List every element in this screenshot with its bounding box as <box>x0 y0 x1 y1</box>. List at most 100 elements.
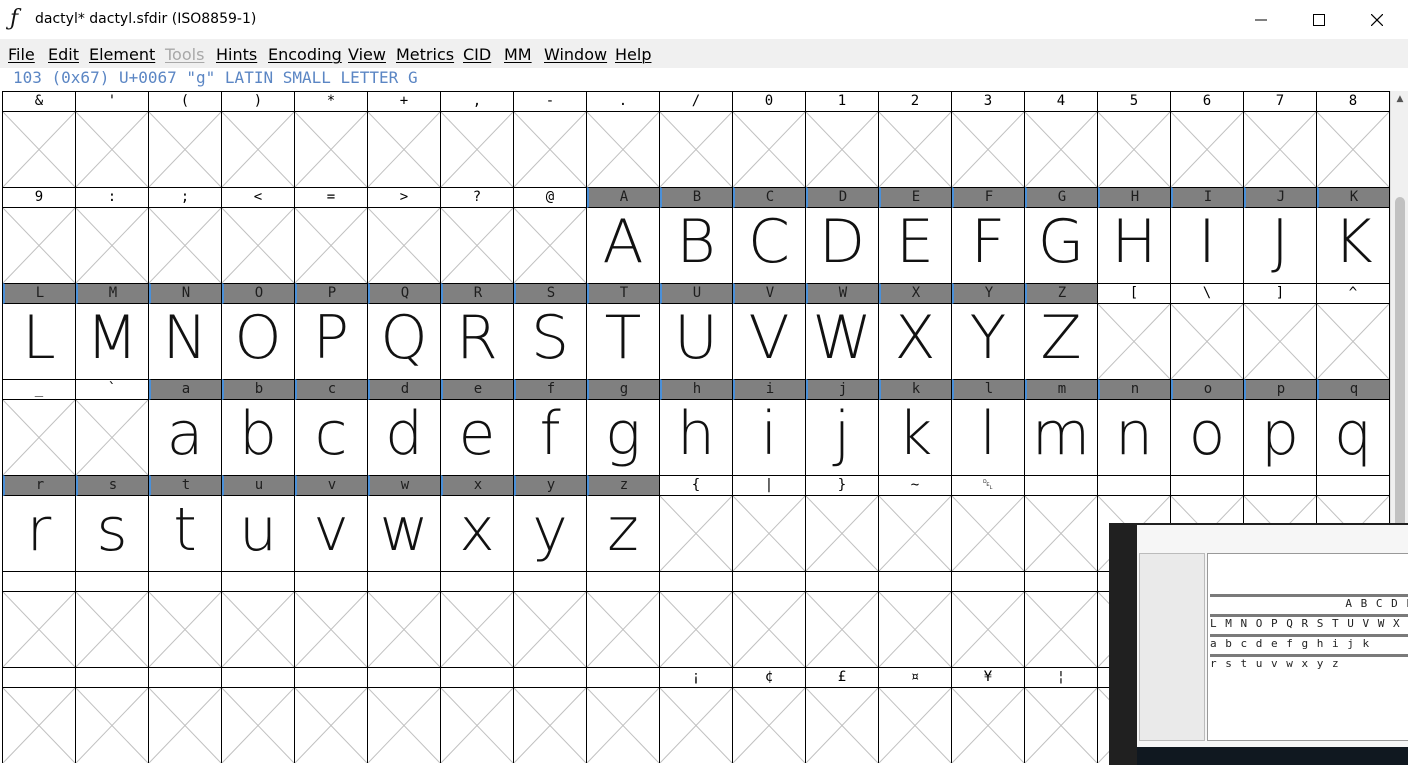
glyph-cell[interactable]: + <box>367 91 440 187</box>
glyph-cell[interactable]: 8 <box>1316 91 1390 187</box>
menu-cid[interactable]: CID <box>463 45 491 64</box>
glyph-cell[interactable]: 1 <box>805 91 878 187</box>
glyph-cell[interactable]: LL <box>2 283 75 379</box>
glyph-cell[interactable] <box>732 571 805 667</box>
glyph-cell[interactable]: WW <box>805 283 878 379</box>
close-button[interactable] <box>1348 0 1406 39</box>
glyph-cell[interactable]: ] <box>1243 283 1316 379</box>
menu-hints[interactable]: Hints <box>216 45 257 64</box>
glyph-cell[interactable]: £ <box>805 667 878 763</box>
glyph-cell[interactable] <box>878 571 951 667</box>
glyph-cell[interactable]: cc <box>294 379 367 475</box>
glyph-cell[interactable]: YY <box>951 283 1024 379</box>
taskbar-preview-thumbnail[interactable]: A B C D EL M N O P Q R S T U V W Xa b c … <box>1109 523 1408 765</box>
glyph-cell[interactable]: QQ <box>367 283 440 379</box>
glyph-cell[interactable]: KK <box>1316 187 1390 283</box>
glyph-cell[interactable]: TT <box>586 283 659 379</box>
glyph-cell[interactable]: XX <box>878 283 951 379</box>
menu-metrics[interactable]: Metrics <box>396 45 454 64</box>
glyph-cell[interactable]: jj <box>805 379 878 475</box>
glyph-cell[interactable]: ~ <box>878 475 951 571</box>
glyph-cell[interactable]: 9 <box>2 187 75 283</box>
glyph-cell[interactable] <box>586 667 659 763</box>
glyph-cell[interactable]: vv <box>294 475 367 571</box>
glyph-cell[interactable]: ^ <box>1316 283 1390 379</box>
glyph-cell[interactable]: ww <box>367 475 440 571</box>
menu-file[interactable]: File <box>8 45 35 64</box>
glyph-cell[interactable]: ¦ <box>1024 667 1097 763</box>
glyph-cell[interactable]: ( <box>148 91 221 187</box>
glyph-cell[interactable] <box>1024 571 1097 667</box>
menu-tools[interactable]: Tools <box>165 45 204 64</box>
glyph-cell[interactable] <box>586 571 659 667</box>
glyph-cell[interactable]: 0 <box>732 91 805 187</box>
maximize-button[interactable] <box>1290 0 1348 39</box>
glyph-cell[interactable]: ¥ <box>951 667 1024 763</box>
menu-view[interactable]: View <box>348 45 386 64</box>
glyph-cell[interactable]: mm <box>1024 379 1097 475</box>
glyph-cell[interactable] <box>1024 475 1097 571</box>
glyph-cell[interactable] <box>513 571 586 667</box>
scroll-up-icon[interactable]: ▲ <box>1391 91 1408 107</box>
glyph-cell[interactable]: : <box>75 187 148 283</box>
glyph-cell[interactable]: NN <box>148 283 221 379</box>
glyph-cell[interactable] <box>440 571 513 667</box>
glyph-cell[interactable]: pp <box>1243 379 1316 475</box>
glyph-cell[interactable]: HH <box>1097 187 1170 283</box>
glyph-cell[interactable]: OO <box>221 283 294 379</box>
glyph-cell[interactable]: gg <box>586 379 659 475</box>
glyph-cell[interactable] <box>659 571 732 667</box>
glyph-cell[interactable]: RR <box>440 283 513 379</box>
glyph-cell[interactable]: bb <box>221 379 294 475</box>
glyph-cell[interactable]: kk <box>878 379 951 475</box>
glyph-cell[interactable]: qq <box>1316 379 1390 475</box>
glyph-cell[interactable] <box>367 667 440 763</box>
glyph-cell[interactable]: UU <box>659 283 732 379</box>
glyph-cell[interactable]: GG <box>1024 187 1097 283</box>
glyph-cell[interactable]: / <box>659 91 732 187</box>
minimize-button[interactable] <box>1232 0 1290 39</box>
glyph-cell[interactable] <box>75 571 148 667</box>
glyph-cell[interactable] <box>294 667 367 763</box>
glyph-cell[interactable]: JJ <box>1243 187 1316 283</box>
glyph-cell[interactable] <box>513 667 586 763</box>
glyph-cell[interactable]: ¤ <box>878 667 951 763</box>
menu-element[interactable]: Element <box>89 45 155 64</box>
menu-window[interactable]: Window <box>544 45 607 64</box>
glyph-cell[interactable]: AA <box>586 187 659 283</box>
glyph-cell[interactable]: ss <box>75 475 148 571</box>
glyph-cell[interactable]: ' <box>75 91 148 187</box>
glyph-cell[interactable]: ii <box>732 379 805 475</box>
glyph-cell[interactable] <box>221 571 294 667</box>
glyph-cell[interactable]: 7 <box>1243 91 1316 187</box>
glyph-cell[interactable] <box>440 667 513 763</box>
glyph-cell[interactable]: II <box>1170 187 1243 283</box>
glyph-cell[interactable]: 2 <box>878 91 951 187</box>
glyph-cell[interactable] <box>2 571 75 667</box>
glyph-cell[interactable]: ␡ <box>951 475 1024 571</box>
glyph-cell[interactable]: } <box>805 475 878 571</box>
glyph-cell[interactable]: uu <box>221 475 294 571</box>
glyph-cell[interactable] <box>294 571 367 667</box>
glyph-cell[interactable]: ; <box>148 187 221 283</box>
glyph-cell[interactable]: | <box>732 475 805 571</box>
glyph-cell[interactable] <box>148 571 221 667</box>
glyph-cell[interactable]: [ <box>1097 283 1170 379</box>
glyph-cell[interactable]: nn <box>1097 379 1170 475</box>
glyph-cell[interactable]: FF <box>951 187 1024 283</box>
glyph-cell[interactable] <box>805 571 878 667</box>
glyph-cell[interactable]: > <box>367 187 440 283</box>
glyph-cell[interactable]: ff <box>513 379 586 475</box>
glyph-cell[interactable]: CC <box>732 187 805 283</box>
glyph-cell[interactable]: 6 <box>1170 91 1243 187</box>
glyph-cell[interactable] <box>367 571 440 667</box>
glyph-cell[interactable]: PP <box>294 283 367 379</box>
glyph-cell[interactable]: ` <box>75 379 148 475</box>
glyph-cell[interactable]: ? <box>440 187 513 283</box>
glyph-cell[interactable]: DD <box>805 187 878 283</box>
glyph-cell[interactable]: yy <box>513 475 586 571</box>
glyph-cell[interactable]: BB <box>659 187 732 283</box>
glyph-cell[interactable]: rr <box>2 475 75 571</box>
glyph-cell[interactable]: _ <box>2 379 75 475</box>
glyph-cell[interactable]: tt <box>148 475 221 571</box>
